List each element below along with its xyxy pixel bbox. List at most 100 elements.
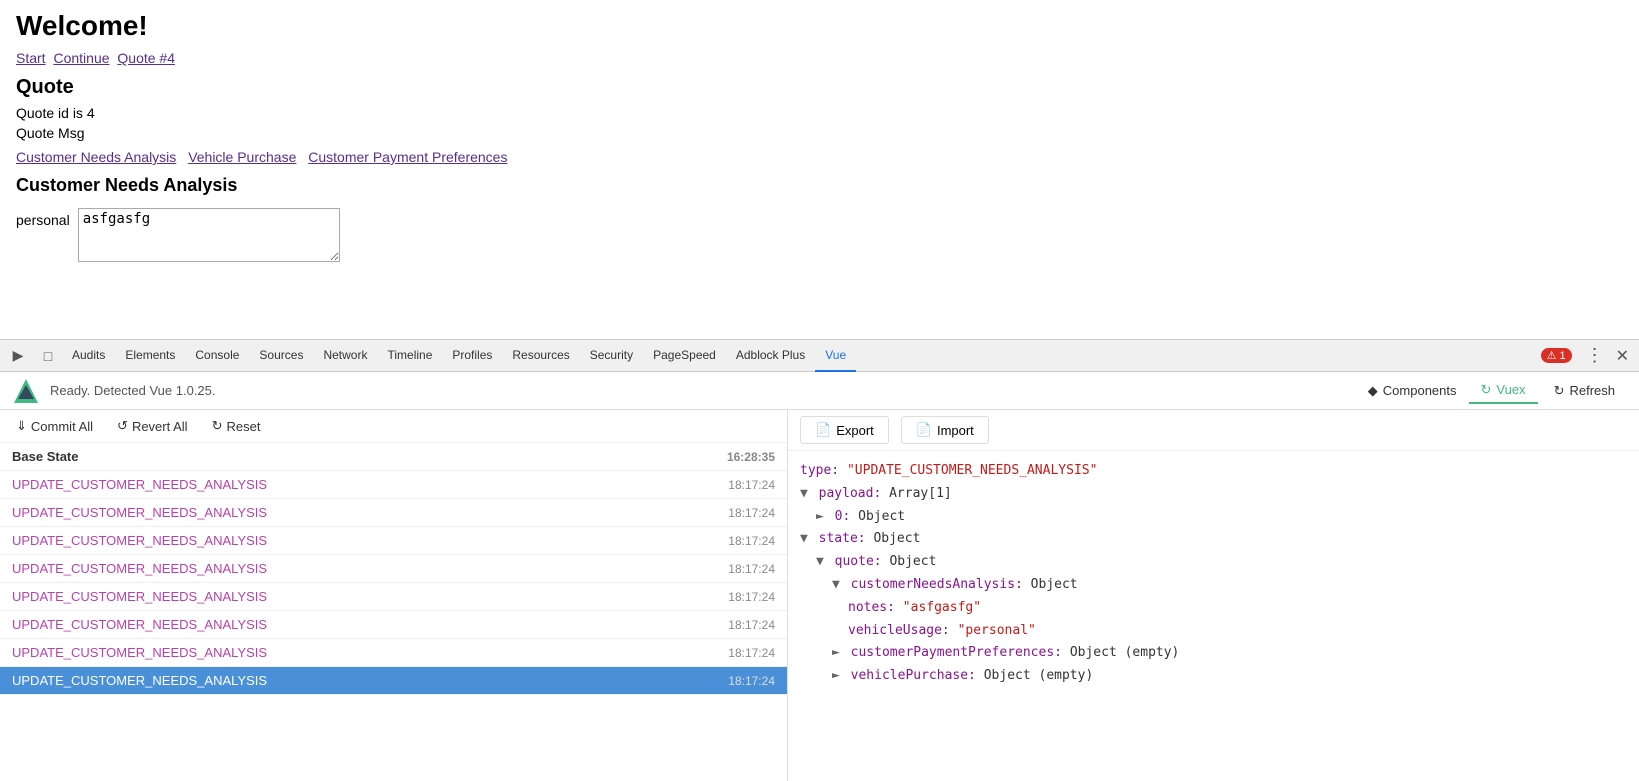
tab-timeline[interactable]: Timeline: [377, 340, 442, 372]
commit-all-btn[interactable]: ⇓ Commit All: [12, 416, 97, 436]
inspect-icon[interactable]: □: [34, 342, 62, 370]
tree-notes: notes: "asfgasfg": [800, 598, 1627, 619]
form-label: personal: [16, 208, 70, 232]
vehicle-purchase-link[interactable]: Vehicle Purchase: [188, 149, 296, 165]
import-btn[interactable]: 📄 Import: [901, 416, 989, 444]
list-item[interactable]: UPDATE_CUSTOMER_NEEDS_ANALYSIS 18:17:24: [0, 583, 787, 611]
tab-network[interactable]: Network: [313, 340, 377, 372]
tab-pagespeed[interactable]: PageSpeed: [643, 340, 726, 372]
mutation-name: UPDATE_CUSTOMER_NEEDS_ANALYSIS: [12, 589, 728, 604]
vuex-icon: ↻: [1481, 382, 1492, 398]
export-label: Export: [836, 423, 874, 438]
tree-type: type: "UPDATE_CUSTOMER_NEEDS_ANALYSIS": [800, 461, 1627, 482]
mutation-time: 18:17:24: [728, 506, 775, 520]
list-item[interactable]: UPDATE_CUSTOMER_NEEDS_ANALYSIS 18:17:24: [0, 611, 787, 639]
export-btn[interactable]: 📄 Export: [800, 416, 889, 444]
breadcrumb-start[interactable]: Start: [16, 50, 46, 66]
vue-ready-text: Ready. Detected Vue 1.0.25.: [50, 383, 216, 398]
components-btn[interactable]: ◆ Components: [1356, 379, 1469, 403]
tab-security[interactable]: Security: [580, 340, 643, 372]
tab-profiles[interactable]: Profiles: [442, 340, 502, 372]
cpp-link[interactable]: Customer Payment Preferences: [308, 149, 507, 165]
components-icon: ◆: [1368, 383, 1378, 399]
mutation-name: UPDATE_CUSTOMER_NEEDS_ANALYSIS: [12, 617, 728, 632]
cna-link[interactable]: Customer Needs Analysis: [16, 149, 176, 165]
tree-cpp: ► customerPaymentPreferences: Object (em…: [800, 643, 1627, 664]
tree-quote: ▼ quote: Object: [800, 552, 1627, 573]
tab-elements[interactable]: Elements: [115, 340, 185, 372]
vuex-btn[interactable]: ↻ Vuex: [1469, 378, 1538, 404]
page-links: Customer Needs Analysis Vehicle Purchase…: [16, 149, 1623, 165]
reset-btn[interactable]: ↻ Reset: [208, 416, 265, 436]
tab-sources[interactable]: Sources: [249, 340, 313, 372]
reset-icon: ↻: [212, 418, 223, 434]
revert-icon: ↺: [117, 418, 128, 434]
mutation-name: UPDATE_CUSTOMER_NEEDS_ANALYSIS: [12, 533, 728, 548]
mutation-time: 18:17:24: [728, 674, 775, 688]
vuex-base-state[interactable]: Base State 16:28:35: [0, 443, 787, 471]
cursor-icon[interactable]: ▶: [4, 342, 32, 370]
breadcrumb-continue[interactable]: Continue: [53, 50, 109, 66]
tab-console[interactable]: Console: [185, 340, 249, 372]
devtools-body: ⇓ Commit All ↺ Revert All ↻ Reset Base S…: [0, 410, 1639, 781]
list-item[interactable]: UPDATE_CUSTOMER_NEEDS_ANALYSIS 18:17:24: [0, 555, 787, 583]
tab-vue[interactable]: Vue: [815, 340, 856, 372]
mutation-name: UPDATE_CUSTOMER_NEEDS_ANALYSIS: [12, 673, 728, 688]
quote-id: Quote id is 4: [16, 105, 1623, 121]
export-icon: 📄: [815, 422, 831, 438]
base-state-label: Base State: [12, 449, 727, 464]
reset-label: Reset: [226, 419, 260, 434]
commit-all-label: Commit All: [31, 419, 93, 434]
quote-heading: Quote: [16, 76, 1623, 99]
main-content: Welcome! Start Continue Quote #4 Quote Q…: [0, 0, 1639, 280]
mutation-name: UPDATE_CUSTOMER_NEEDS_ANALYSIS: [12, 561, 728, 576]
vue-logo: [12, 377, 40, 405]
vue-bar: Ready. Detected Vue 1.0.25. ◆ Components…: [0, 372, 1639, 410]
list-item[interactable]: UPDATE_CUSTOMER_NEEDS_ANALYSIS 18:17:24: [0, 499, 787, 527]
vuex-left-panel: ⇓ Commit All ↺ Revert All ↻ Reset Base S…: [0, 410, 788, 781]
mutation-time: 18:17:24: [728, 646, 775, 660]
devtools-panel: ▶ □ Audits Elements Console Sources Netw…: [0, 339, 1639, 781]
revert-all-btn[interactable]: ↺ Revert All: [113, 416, 192, 436]
tree-vehicle-usage: vehicleUsage: "personal": [800, 621, 1627, 642]
refresh-btn[interactable]: ↻ Refresh: [1542, 379, 1627, 403]
revert-all-label: Revert All: [132, 419, 188, 434]
tree-state: ▼ state: Object: [800, 529, 1627, 550]
notes-textarea[interactable]: asfgasfg: [78, 208, 340, 262]
mutation-name: UPDATE_CUSTOMER_NEEDS_ANALYSIS: [12, 505, 728, 520]
cna-heading: Customer Needs Analysis: [16, 175, 1623, 196]
list-item[interactable]: UPDATE_CUSTOMER_NEEDS_ANALYSIS 18:17:24: [0, 471, 787, 499]
tree-payload-0: ► 0: Object: [800, 507, 1627, 528]
error-count: 1: [1559, 350, 1565, 362]
state-tree: type: "UPDATE_CUSTOMER_NEEDS_ANALYSIS" ▼…: [788, 451, 1639, 781]
tab-resources[interactable]: Resources: [502, 340, 579, 372]
devtools-menu[interactable]: ⋮: [1580, 345, 1610, 366]
list-item[interactable]: UPDATE_CUSTOMER_NEEDS_ANALYSIS 18:17:24: [0, 527, 787, 555]
commit-icon: ⇓: [16, 418, 27, 434]
quote-msg: Quote Msg: [16, 125, 1623, 141]
refresh-label: Refresh: [1569, 383, 1615, 398]
breadcrumb: Start Continue Quote #4: [16, 50, 1623, 66]
list-item[interactable]: UPDATE_CUSTOMER_NEEDS_ANALYSIS 18:17:24: [0, 639, 787, 667]
error-badge: ⚠ 1: [1541, 348, 1572, 363]
vuex-mutation-list: Base State 16:28:35 UPDATE_CUSTOMER_NEED…: [0, 443, 787, 781]
form-row: personal asfgasfg: [16, 208, 1623, 262]
import-icon: 📄: [916, 422, 932, 438]
breadcrumb-quote4[interactable]: Quote #4: [117, 50, 175, 66]
mutation-time: 18:17:24: [728, 534, 775, 548]
devtools-close[interactable]: ✕: [1610, 346, 1635, 366]
list-item-active[interactable]: UPDATE_CUSTOMER_NEEDS_ANALYSIS 18:17:24: [0, 667, 787, 695]
action-toolbar: ⇓ Commit All ↺ Revert All ↻ Reset: [0, 410, 787, 443]
mutation-name: UPDATE_CUSTOMER_NEEDS_ANALYSIS: [12, 477, 728, 492]
import-label: Import: [937, 423, 974, 438]
page-title: Welcome!: [16, 10, 1623, 42]
mutation-time: 18:17:24: [728, 590, 775, 604]
tab-audits[interactable]: Audits: [62, 340, 115, 372]
mutation-time: 18:17:24: [728, 618, 775, 632]
vuex-right-panel: 📄 Export 📄 Import type: "UPDATE_CUSTOMER…: [788, 410, 1639, 781]
mutation-time: 18:17:24: [728, 562, 775, 576]
tab-adblock[interactable]: Adblock Plus: [726, 340, 815, 372]
mutation-time: 18:17:24: [728, 478, 775, 492]
base-state-time: 16:28:35: [727, 450, 775, 464]
refresh-icon: ↻: [1554, 383, 1565, 399]
